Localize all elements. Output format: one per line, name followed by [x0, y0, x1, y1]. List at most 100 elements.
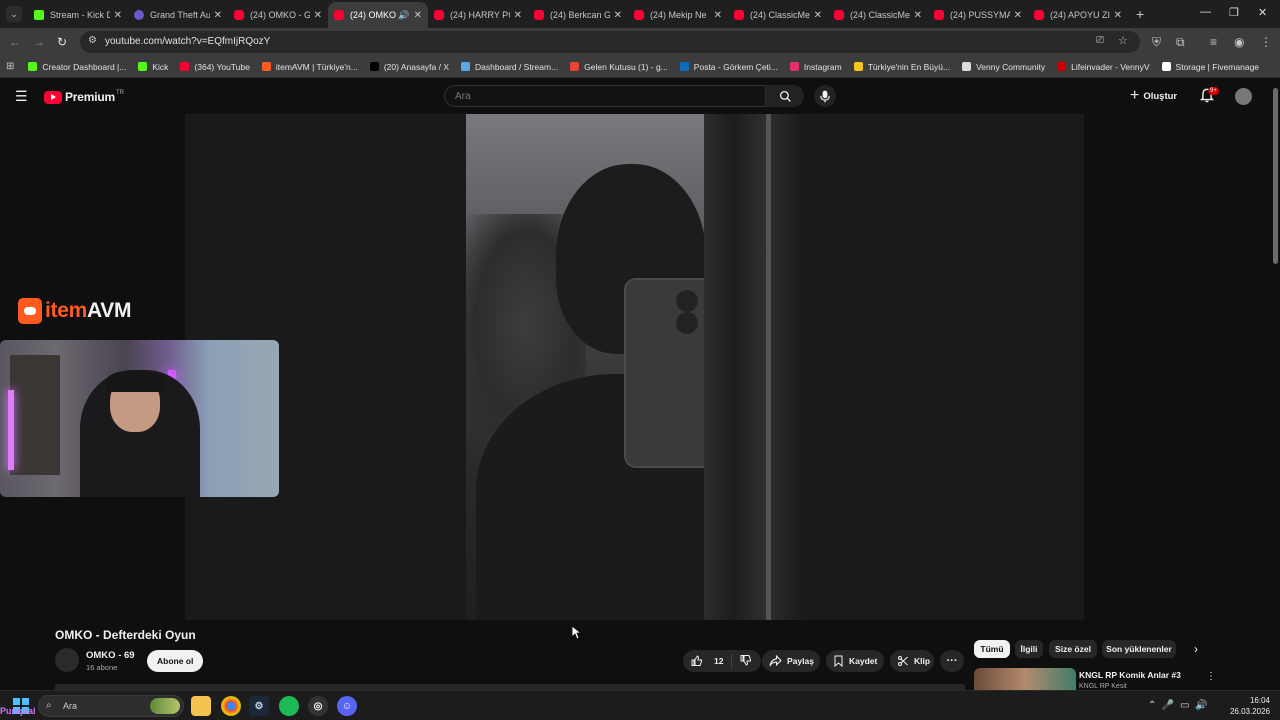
close-tab-icon[interactable]: ✕ — [1014, 10, 1022, 21]
chip-recently-uploaded[interactable]: Son yüklenenler — [1102, 640, 1176, 658]
close-tab-icon[interactable]: ✕ — [914, 10, 922, 21]
browser-tab[interactable]: (24) APOYU ZI ✕ — [1028, 2, 1128, 28]
close-tab-icon[interactable]: ✕ — [214, 10, 222, 21]
steam-icon[interactable]: ⚙ — [249, 696, 269, 716]
discord-icon[interactable]: ☺ — [337, 696, 357, 716]
dislike-button[interactable] — [732, 654, 757, 668]
tab-audio-icon[interactable]: 🔊 — [398, 10, 409, 21]
spotify-icon[interactable] — [279, 696, 299, 716]
bookmark-label: (364) YouTube — [194, 61, 250, 72]
voice-search-button[interactable] — [814, 85, 836, 107]
close-tab-icon[interactable]: ✕ — [114, 10, 122, 21]
browser-tab[interactable]: Stream - Kick D ✕ — [28, 2, 128, 28]
profile-icon[interactable]: ◉ — [1234, 35, 1244, 49]
chip-related[interactable]: İlgili — [1015, 640, 1043, 658]
obs-icon[interactable]: ◎ — [308, 696, 328, 716]
channel-avatar[interactable] — [55, 648, 79, 672]
taskbar-search[interactable]: ⌕ Ara — [38, 695, 184, 717]
puzzle-icon[interactable]: ⧉ — [1176, 35, 1185, 50]
tab-search-icon[interactable]: ⌄ — [6, 6, 22, 22]
bookmark-favicon-icon — [369, 62, 379, 71]
bookmark-item[interactable]: Gelen Kutusu (1) - g... — [570, 62, 668, 72]
close-tab-icon[interactable]: ✕ — [714, 10, 722, 21]
chevron-right-icon[interactable]: › — [1194, 642, 1198, 656]
address-bar[interactable]: ⚙ youtube.com/watch?v=EQfmIjRQozY ⎚ ☆ — [80, 31, 1140, 53]
close-tab-icon[interactable]: ✕ — [314, 10, 322, 21]
account-avatar[interactable] — [1235, 88, 1252, 105]
browser-tab[interactable]: (24) HARRY PO ✕ — [428, 2, 528, 28]
taskbar-clock[interactable]: 16:04 26.03.2026 — [1222, 695, 1270, 717]
bookmark-star-icon[interactable]: ☆ — [1118, 34, 1128, 47]
browser-tab[interactable]: (24) ClassicMe ✕ — [728, 2, 828, 28]
chip-all[interactable]: Tümü — [974, 640, 1010, 658]
minimize-icon[interactable]: — — [1200, 6, 1211, 18]
menu-dots-icon[interactable]: ⋮ — [1260, 35, 1272, 49]
close-tab-icon[interactable]: ✕ — [614, 10, 622, 21]
youtube-favicon-icon — [634, 10, 644, 20]
back-icon[interactable]: ← — [9, 35, 21, 49]
close-tab-icon[interactable]: ✕ — [814, 10, 822, 21]
bookmark-item[interactable]: Türkiye'nin En Büyü... — [853, 62, 950, 72]
like-button[interactable]: 12 — [683, 654, 733, 668]
close-tab-icon[interactable]: ✕ — [414, 10, 422, 21]
browser-tab[interactable]: Grand Theft Au ✕ — [128, 2, 228, 28]
bookmark-item[interactable]: Instagram — [789, 62, 842, 72]
youtube-favicon-icon — [934, 10, 944, 20]
close-tab-icon[interactable]: ✕ — [1114, 10, 1122, 21]
share-button[interactable]: Paylaş — [762, 650, 820, 672]
recommendation-menu-icon[interactable]: ⋮ — [1206, 671, 1216, 682]
page-scrollbar[interactable] — [1271, 78, 1280, 690]
media-control-icon[interactable]: ≡ — [1210, 35, 1217, 49]
bookmark-item[interactable]: Lifeinvader - VennyV — [1057, 62, 1150, 72]
bookmark-item[interactable]: Posta - Görkem Çeti... — [679, 62, 778, 72]
search-input[interactable] — [455, 91, 735, 102]
close-window-icon[interactable]: ✕ — [1258, 6, 1267, 19]
maximize-icon[interactable]: ❐ — [1229, 6, 1239, 19]
search-button[interactable] — [766, 85, 804, 107]
extension-icon[interactable]: ⛨ — [1152, 35, 1161, 50]
browser-tab[interactable]: (24) PUSSYMA ✕ — [928, 2, 1028, 28]
youtube-favicon-icon — [434, 10, 444, 20]
clip-button[interactable]: Klip — [890, 650, 934, 672]
site-info-icon[interactable]: ⚙ — [88, 35, 97, 46]
channel-name[interactable]: OMKO - 69 — [86, 650, 135, 661]
forward-icon[interactable]: → — [33, 35, 45, 49]
create-button[interactable]: + Oluştur — [1130, 86, 1177, 106]
bookmark-item[interactable]: itemAVM | Türkiye'n... — [261, 62, 358, 72]
shopping-bag-icon — [18, 298, 42, 324]
video-frame[interactable] — [185, 114, 1084, 620]
install-app-icon[interactable]: ⎚ — [1096, 35, 1104, 46]
browser-tab[interactable]: (24) Mekip Ne ✕ — [628, 2, 728, 28]
bookmark-item[interactable]: Storage | Fivemanage — [1161, 62, 1259, 72]
youtube-premium-logo[interactable]: Premium TR — [44, 90, 124, 104]
tab-title: (24) OMKO — [350, 10, 397, 20]
chip-for-you[interactable]: Size özel — [1049, 640, 1097, 658]
apps-grid-icon[interactable]: ⊞ — [6, 61, 14, 72]
bookmark-item[interactable]: Dashboard / Stream... — [461, 62, 558, 72]
thumbs-up-icon — [691, 655, 702, 666]
bookmark-item[interactable]: Creator Dashboard |... — [28, 62, 126, 72]
hamburger-menu-icon[interactable]: ☰ — [15, 88, 28, 105]
bookmark-favicon-icon — [461, 62, 471, 71]
system-tray-icons[interactable]: ⌃ 🎤 ▭ 🔊 — [1148, 700, 1207, 711]
bookmark-item[interactable]: Kick — [138, 62, 168, 72]
browser-tab[interactable]: (24) Berkcan G ✕ — [528, 2, 628, 28]
browser-tab[interactable]: (24) OMKO 🔊 ✕ — [328, 2, 428, 28]
close-tab-icon[interactable]: ✕ — [514, 10, 522, 21]
chrome-icon[interactable] — [221, 696, 241, 716]
bookmark-item[interactable]: Venny Community — [962, 62, 1045, 72]
save-button[interactable]: Kaydet — [826, 650, 884, 672]
file-explorer-icon[interactable] — [191, 696, 211, 716]
subscribe-button[interactable]: Abone ol — [147, 650, 204, 672]
bookmark-item[interactable]: (364) YouTube — [180, 61, 250, 72]
recommendation-title[interactable]: KNGL RP Komik Anlar #3 — [1079, 670, 1181, 680]
browser-tab[interactable]: (24) ClassicMe ✕ — [828, 2, 928, 28]
browser-tab[interactable]: (24) OMKO - G ✕ — [228, 2, 328, 28]
scrollbar-thumb[interactable] — [1273, 88, 1278, 264]
tab-title: Stream - Kick D — [50, 10, 110, 20]
reload-icon[interactable]: ↻ — [57, 35, 67, 49]
more-actions-button[interactable]: ··· — [940, 650, 964, 672]
recommendation-thumbnail[interactable] — [974, 668, 1076, 690]
new-tab-icon[interactable]: + — [1136, 6, 1144, 22]
bookmark-item[interactable]: (20) Anasayfa / X — [369, 62, 449, 72]
